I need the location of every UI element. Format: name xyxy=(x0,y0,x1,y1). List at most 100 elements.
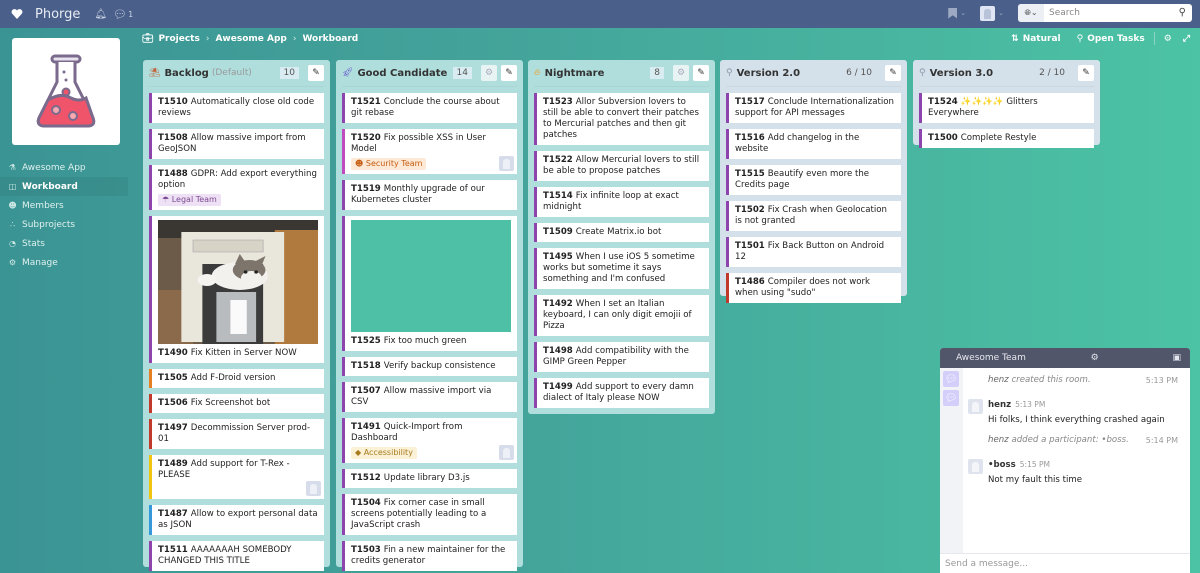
search-icon[interactable]: ⚲ xyxy=(1179,7,1186,18)
user-avatar[interactable] xyxy=(968,399,983,414)
task-card[interactable]: T1487 Allow to export personal data as JS… xyxy=(149,505,324,535)
search-input[interactable]: Search xyxy=(1049,8,1080,18)
task-id[interactable]: T1498 xyxy=(543,346,573,356)
search-box[interactable]: 🌐︎⌄ Search ⚲ xyxy=(1018,4,1192,22)
task-id[interactable]: T1500 xyxy=(928,133,958,143)
task-id[interactable]: T1490 xyxy=(158,348,188,358)
task-card[interactable]: T1503 Fin a new maintainer for the credit… xyxy=(342,541,517,571)
app-name[interactable]: Phorge xyxy=(35,7,80,22)
task-id[interactable]: T1514 xyxy=(543,191,573,201)
user-avatar[interactable] xyxy=(980,5,996,21)
sidebar-item-subprojects[interactable]: ∴ Subprojects xyxy=(0,215,128,234)
task-id[interactable]: T1520 xyxy=(351,133,381,143)
task-id[interactable]: T1510 xyxy=(158,97,188,107)
breadcrumb-projects[interactable]: Projects xyxy=(158,34,199,44)
breadcrumb-workboard[interactable]: Workboard xyxy=(302,34,358,44)
task-card[interactable]: T1509 Create Matrix.io bot xyxy=(534,223,709,242)
column-edit-pencil-icon[interactable]: ✎ xyxy=(501,65,517,81)
task-id[interactable]: T1504 xyxy=(351,498,381,508)
chat-user[interactable]: •boss xyxy=(988,460,1016,470)
assignee-avatar[interactable] xyxy=(306,481,321,496)
task-card[interactable]: T1507 Allow massive import via CSV xyxy=(342,382,517,412)
task-card[interactable]: T1521 Conclude the course about git rebas… xyxy=(342,93,517,123)
task-title[interactable]: Update library D3.js xyxy=(384,473,470,483)
assignee-avatar[interactable] xyxy=(499,445,514,460)
task-card[interactable]: T1501 Fix Back Button on Android 12 xyxy=(726,237,901,267)
sidebar-item-awesome-app[interactable]: ⚗ Awesome App xyxy=(0,158,128,177)
column-edit-pencil-icon[interactable]: ✎ xyxy=(693,65,709,81)
task-card[interactable]: T1505 Add F-Droid version xyxy=(149,369,324,388)
sidebar-item-stats[interactable]: ◔ Stats xyxy=(0,234,128,253)
chat-user[interactable]: henz xyxy=(988,400,1011,410)
task-card[interactable]: T1508 Allow massive import from GeoJSON xyxy=(149,129,324,159)
task-title[interactable]: Complete Restyle xyxy=(961,133,1037,143)
task-title[interactable]: Fix Screenshot bot xyxy=(191,398,270,408)
task-card[interactable]: T1495 When I use iOS 5 sometime works but… xyxy=(534,248,709,289)
task-id[interactable]: T1516 xyxy=(735,133,765,143)
task-id[interactable]: T1512 xyxy=(351,473,381,483)
task-card[interactable]: T1489 Add support for T-Rex - PLEASE xyxy=(149,455,324,499)
task-card[interactable]: T1486 Compiler does not work when using "… xyxy=(726,273,901,303)
task-card[interactable]: T1497 Decommission Server prod-01 xyxy=(149,419,324,449)
task-id[interactable]: T1523 xyxy=(543,97,573,107)
assignee-avatar[interactable] xyxy=(499,156,514,171)
task-id[interactable]: T1497 xyxy=(158,423,188,433)
sort-natural-button[interactable]: Natural xyxy=(1023,34,1061,44)
filter-open-tasks-button[interactable]: Open Tasks xyxy=(1087,34,1145,44)
chat-message-input[interactable]: Send a message... xyxy=(940,553,1190,573)
task-card[interactable]: T1488 GDPR: Add export everything option ☂… xyxy=(149,165,324,210)
phorge-logo-icon[interactable] xyxy=(11,8,23,20)
task-title[interactable]: Create Matrix.io bot xyxy=(576,227,662,237)
task-card[interactable]: T1506 Fix Screenshot bot xyxy=(149,394,324,413)
column-title[interactable]: Backlog xyxy=(164,68,208,79)
search-icon[interactable]: ⚲ xyxy=(1077,34,1084,44)
task-id[interactable]: T1492 xyxy=(543,299,573,309)
breadcrumb-awesome-app[interactable]: Awesome App xyxy=(215,34,286,44)
column-edit-pencil-icon[interactable]: ✎ xyxy=(308,65,324,81)
task-card[interactable]: T1498 Add compatibility with the GIMP Gre… xyxy=(534,342,709,372)
column-title[interactable]: Version 2.0 xyxy=(737,68,800,79)
column-title[interactable]: Version 3.0 xyxy=(930,68,993,79)
task-id[interactable]: T1499 xyxy=(543,382,573,392)
task-card[interactable]: T1502 Fix Crash when Geolocation is not g… xyxy=(726,201,901,231)
task-id[interactable]: T1511 xyxy=(158,545,188,555)
task-id[interactable]: T1501 xyxy=(735,241,765,251)
task-id[interactable]: T1495 xyxy=(543,252,573,262)
task-card[interactable]: T1511 AAAAAAAH SOMEBODY CHANGED THIS TITL… xyxy=(149,541,324,571)
chat-room-icon[interactable]: 💬︎ xyxy=(943,371,959,387)
task-card[interactable]: T1515 Beautify even more the Credits page xyxy=(726,165,901,195)
task-card[interactable]: T1525 Fix too much green xyxy=(342,216,517,351)
task-card[interactable]: T1524 ✨✨✨✨ Glitters Everywhere xyxy=(919,93,1094,123)
task-card[interactable]: T1516 Add changelog in the website xyxy=(726,129,901,159)
task-title[interactable]: Add F-Droid version xyxy=(191,373,276,383)
gear-icon[interactable]: ⚙ xyxy=(1164,34,1172,44)
project-tag[interactable]: ☂ Legal Team xyxy=(158,194,221,206)
sidebar-item-manage[interactable]: ⚙ Manage xyxy=(0,253,128,272)
task-id[interactable]: T1517 xyxy=(735,97,765,107)
task-id[interactable]: T1487 xyxy=(158,509,188,519)
sidebar-item-workboard[interactable]: ◫ Workboard xyxy=(0,177,128,196)
task-card[interactable]: T1514 Fix infinite loop at exact midnight xyxy=(534,187,709,217)
task-card[interactable]: T1512 Update library D3.js xyxy=(342,469,517,488)
notifications-bell-icon[interactable]: 🔔︎ xyxy=(94,9,107,20)
task-id[interactable]: T1521 xyxy=(351,97,381,107)
column-title[interactable]: Nightmare xyxy=(545,68,605,79)
chat-room-title[interactable]: Awesome Team xyxy=(956,353,1026,363)
minimize-icon[interactable]: ▣ xyxy=(1172,353,1181,363)
column-title[interactable]: Good Candidate xyxy=(357,68,447,79)
fullscreen-expand-icon[interactable]: ⤢ xyxy=(1183,34,1190,44)
task-title[interactable]: Fix too much green xyxy=(384,336,467,346)
task-id[interactable]: T1515 xyxy=(735,169,765,179)
task-id[interactable]: T1507 xyxy=(351,386,381,396)
task-id[interactable]: T1502 xyxy=(735,205,765,215)
task-card[interactable]: T1519 Monthly upgrade of our Kubernetes c… xyxy=(342,180,517,210)
column-trigger-gear-icon[interactable]: ⚙ xyxy=(481,65,497,81)
task-title[interactable]: Fix Kitten in Server NOW xyxy=(191,348,297,358)
task-card[interactable]: T1504 Fix corner case in small screens po… xyxy=(342,494,517,535)
task-id[interactable]: T1486 xyxy=(735,277,765,287)
chat-user[interactable]: henz xyxy=(988,435,1009,445)
column-edit-pencil-icon[interactable]: ✎ xyxy=(1078,65,1094,81)
search-scope-globe-icon[interactable]: 🌐︎⌄ xyxy=(1018,4,1044,22)
task-id[interactable]: T1491 xyxy=(351,422,381,432)
task-id[interactable]: T1522 xyxy=(543,155,573,165)
